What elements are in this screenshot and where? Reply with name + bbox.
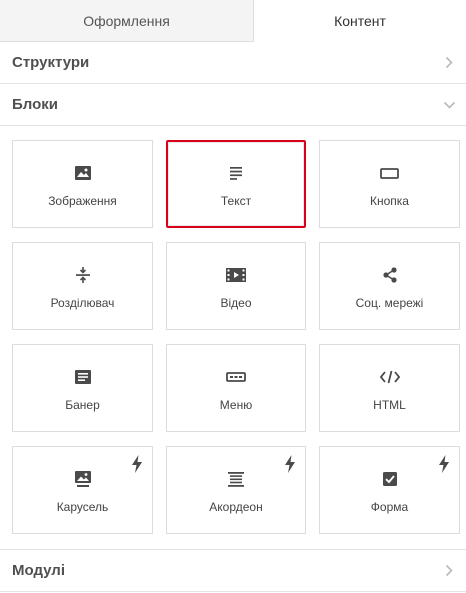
block-label: Банер (65, 398, 100, 412)
section-modules[interactable]: Модулі (0, 550, 466, 592)
block-divider[interactable]: Розділювач (12, 242, 153, 330)
block-button[interactable]: Кнопка (319, 140, 460, 228)
lightning-icon (131, 455, 143, 473)
button-icon (380, 164, 399, 182)
block-label: Текст (220, 194, 252, 208)
block-label: Форма (370, 500, 409, 514)
section-structures-title: Структури (12, 54, 90, 71)
content-panel: Оформлення Контент Структури Блоки Зобра… (0, 0, 466, 593)
video-icon (226, 266, 246, 284)
code-icon (379, 368, 400, 386)
image-icon (74, 164, 91, 182)
section-modules-title: Модулі (12, 562, 66, 579)
lightning-icon (284, 455, 296, 473)
form-icon (382, 470, 397, 488)
block-label: HTML (373, 398, 406, 412)
block-label: Розділювач (50, 296, 115, 310)
chevron-right-icon (442, 564, 456, 578)
block-text[interactable]: Текст (166, 140, 306, 228)
tab-content[interactable]: Контент (254, 0, 466, 42)
tab-bar: Оформлення Контент (0, 0, 466, 42)
section-blocks[interactable]: Блоки (0, 84, 466, 126)
text-icon (230, 164, 242, 182)
chevron-right-icon (442, 56, 456, 70)
block-carousel[interactable]: Карусель (12, 446, 153, 534)
block-video[interactable]: Відео (166, 242, 306, 330)
block-html[interactable]: HTML (319, 344, 460, 432)
share-icon (382, 266, 397, 284)
block-accordion[interactable]: Акордеон (166, 446, 306, 534)
block-label: Зображення (48, 194, 117, 208)
block-form[interactable]: Форма (319, 446, 460, 534)
block-label: Карусель (56, 500, 109, 514)
section-blocks-title: Блоки (12, 96, 59, 113)
block-image[interactable]: Зображення (12, 140, 153, 228)
accordion-icon (228, 470, 244, 488)
block-label: Акордеон (209, 500, 263, 514)
section-structures[interactable]: Структури (0, 42, 466, 84)
block-label: Кнопка (370, 194, 409, 208)
banner-icon (74, 368, 91, 386)
carousel-icon (74, 470, 91, 488)
divider-icon (75, 266, 90, 284)
block-label: Меню (219, 398, 253, 412)
block-menu[interactable]: Меню (166, 344, 306, 432)
menu-icon (226, 368, 246, 386)
block-social[interactable]: Соц. мережі (319, 242, 460, 330)
block-banner[interactable]: Банер (12, 344, 153, 432)
blocks-grid-container: Зображення Текст Кнопка Розділювач Відео… (0, 126, 466, 550)
lightning-icon (438, 455, 450, 473)
tab-design[interactable]: Оформлення (0, 0, 254, 41)
block-label: Соц. мережі (355, 296, 424, 310)
blocks-grid: Зображення Текст Кнопка Розділювач Відео… (12, 140, 461, 534)
chevron-down-icon (442, 98, 456, 112)
block-label: Відео (220, 296, 252, 310)
